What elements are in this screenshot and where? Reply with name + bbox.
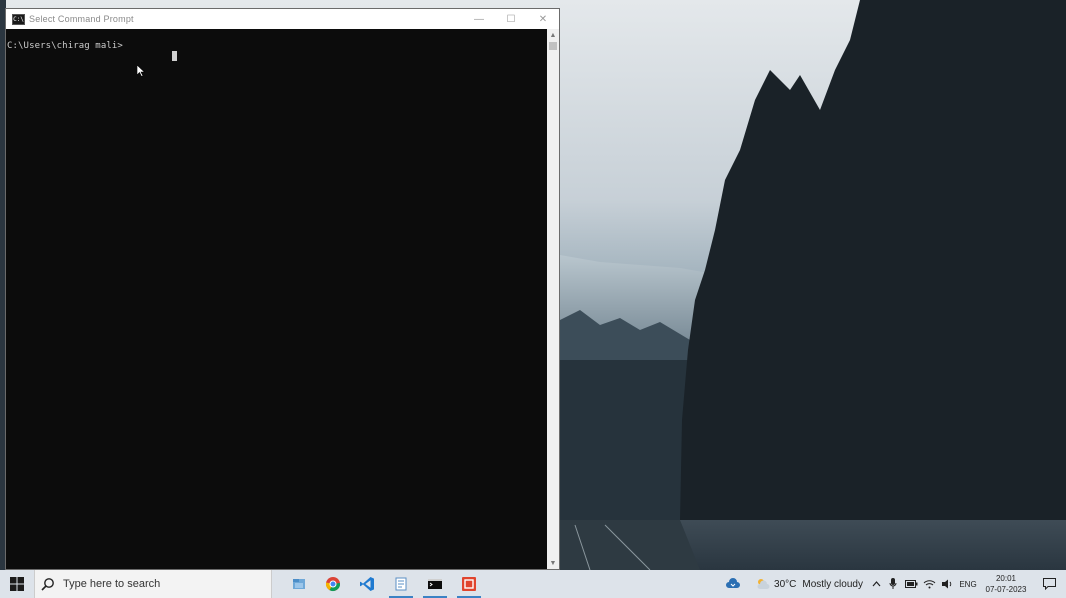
start-button[interactable] [0,570,34,598]
wifi-icon [923,580,935,589]
taskbar-app-red-app[interactable] [452,570,486,598]
taskbar-clock[interactable]: 20:01 07-07-2023 [980,573,1032,595]
text-cursor [172,51,177,61]
command-prompt-window[interactable]: C:\ Select Command Prompt — ☐ ✕ C:\Users… [5,8,560,570]
red-app-icon [462,577,476,591]
command-prompt-icon [428,579,442,589]
language-indicator[interactable]: ENG [956,570,980,598]
taskbar-app-command-prompt[interactable] [418,570,452,598]
weather-widget[interactable]: 30°C Mostly cloudy [750,570,868,598]
window-title: Select Command Prompt [29,14,134,24]
volume-icon [941,579,951,589]
language-label: ENG [959,579,977,589]
taskbar-pinned-apps [282,570,486,598]
show-hidden-icons-button[interactable] [868,570,884,598]
command-prompt-icon: C:\ [12,13,25,25]
desktop: C:\ Select Command Prompt — ☐ ✕ C:\Users… [0,0,1066,570]
scroll-thumb[interactable] [549,42,557,50]
battery-icon [904,580,917,588]
tray-cloud-sync-icon [726,578,740,588]
console-output[interactable]: C:\Users\chirag mali> [6,29,547,569]
volume-tray-button[interactable] [938,570,956,598]
taskbar: Type here to search 30°C Mostly cloudy E… [0,570,1066,598]
command-prompt-line: C:\Users\chirag mali> [7,41,123,51]
chevron-up-icon [872,581,880,587]
taskbar-app-vscode[interactable] [350,570,384,598]
windows-logo-icon [10,577,24,591]
mouse-pointer-icon [137,65,145,77]
notepad-icon [395,577,407,591]
notification-center-button[interactable] [1032,570,1066,598]
search-icon [41,577,61,591]
weather-temperature: 30°C [774,578,797,590]
file-explorer-icon [293,579,305,589]
clock-time: 20:01 [995,574,1017,583]
taskbar-app-chrome[interactable] [316,570,350,598]
microphone-icon [889,578,897,589]
network-tray-button[interactable] [920,570,938,598]
scroll-up-arrow-icon[interactable]: ▲ [547,29,559,41]
maximize-button[interactable]: ☐ [495,9,527,29]
clock-date: 07-07-2023 [985,585,1027,594]
notification-icon [1042,578,1056,590]
close-button[interactable]: ✕ [527,9,559,29]
taskbar-search-box[interactable]: Type here to search [34,570,272,598]
vertical-scrollbar[interactable]: ▲ ▼ [547,29,559,569]
vscode-icon [360,577,374,591]
battery-tray-button[interactable] [902,570,920,598]
taskbar-app-notepad[interactable] [384,570,418,598]
scroll-down-arrow-icon[interactable]: ▼ [547,557,559,569]
weather-description: Mostly cloudy [802,578,863,590]
search-placeholder: Type here to search [63,578,161,590]
window-controls: — ☐ ✕ [463,9,559,29]
window-titlebar[interactable]: C:\ Select Command Prompt — ☐ ✕ [6,9,559,29]
taskbar-app-file-explorer[interactable] [282,570,316,598]
microphone-tray-button[interactable] [884,570,902,598]
tray-app-icon[interactable] [716,570,750,598]
chrome-icon [325,577,340,592]
system-tray: 30°C Mostly cloudy ENG 20:01 07-07-2023 [716,570,1066,598]
minimize-button[interactable]: — [463,9,495,29]
partly-cloudy-icon [757,579,770,589]
